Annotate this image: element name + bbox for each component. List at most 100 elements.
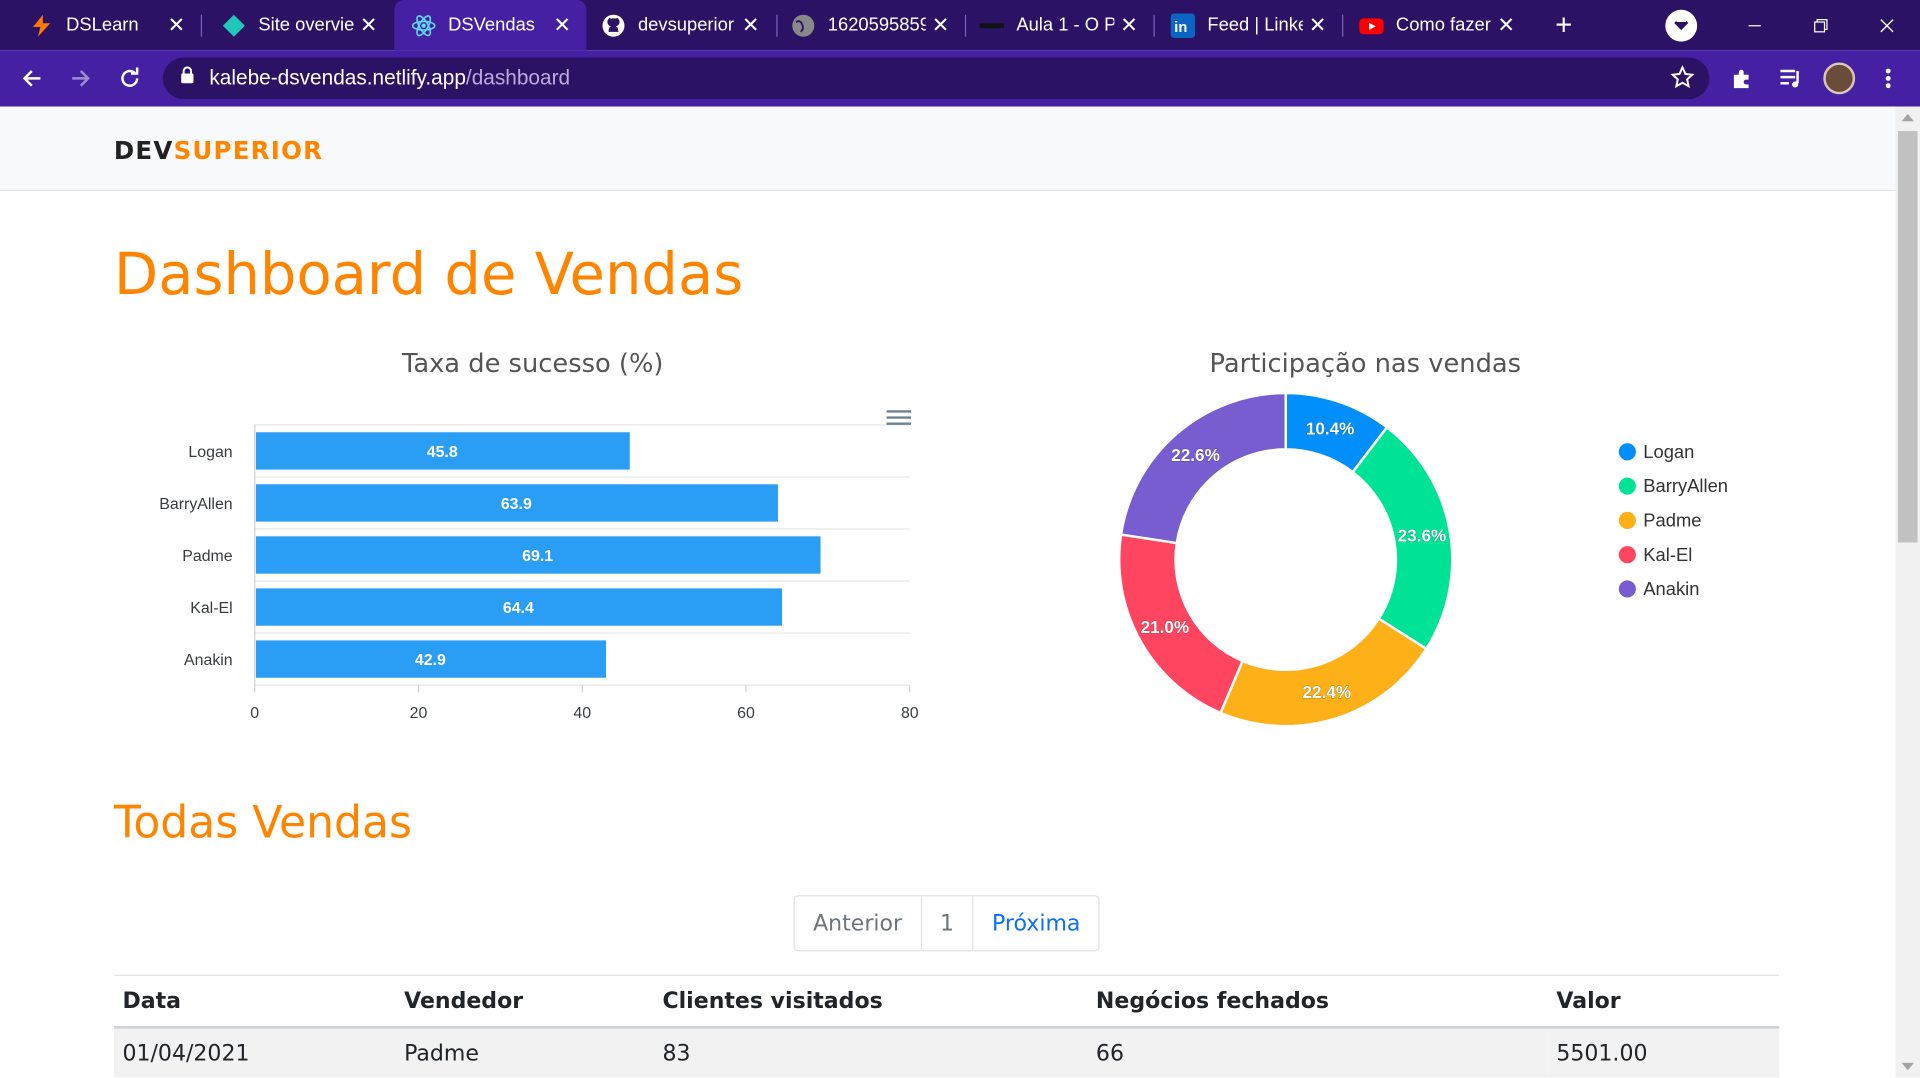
bar-value-label: 42.9 (415, 652, 446, 669)
back-button[interactable] (15, 61, 49, 95)
bar-value-label: 45.8 (427, 444, 458, 461)
tab-1620595859[interactable]: 1620595859 ✕ (776, 0, 965, 50)
slice-value-label: 22.4% (1303, 682, 1352, 702)
dark-icon (979, 13, 1005, 37)
column-header-valor: Valor (1547, 974, 1780, 1028)
donut-slice (1218, 616, 1429, 728)
forward-button[interactable] (64, 61, 98, 95)
legend-item[interactable]: Padme (1618, 503, 1728, 537)
legend-marker (1618, 546, 1636, 564)
site-navbar: DEVSUPERIOR (0, 106, 1896, 192)
close-tab-icon[interactable]: ✕ (736, 10, 765, 39)
close-tab-icon[interactable]: ✕ (1303, 10, 1332, 39)
bar-chart-title: Taxa de sucesso (%) (401, 348, 664, 379)
url-path: /dashboard (465, 66, 571, 90)
slice-value-label: 21.0% (1141, 617, 1190, 637)
lock-icon (180, 66, 195, 90)
more-menu-icon[interactable] (1873, 64, 1902, 93)
cell-data: 01/04/2021 (113, 1026, 396, 1078)
legend-marker (1618, 477, 1636, 495)
donut-chart-title: Participação nas vendas (1209, 348, 1522, 379)
bookmark-star-icon[interactable] (1670, 64, 1695, 96)
scroll-down-arrow-icon[interactable] (1901, 1062, 1914, 1071)
prev-page-button[interactable]: Anterior (795, 896, 922, 951)
reload-icon (121, 67, 139, 87)
chevron-down-icon (1674, 21, 1689, 31)
close-window-button[interactable] (1854, 0, 1920, 50)
slice-value-label: 22.6% (1171, 445, 1220, 465)
cell-valor: 5501.00 (1547, 1026, 1780, 1078)
column-header-vendedor: Vendedor (395, 974, 654, 1028)
legend-item[interactable]: Kal-El (1618, 538, 1728, 572)
x-tick-label: 40 (573, 705, 591, 722)
legend-item[interactable]: Anakin (1618, 572, 1728, 606)
extensions-icon[interactable] (1728, 64, 1757, 93)
arrow-left-icon (22, 70, 41, 87)
netlify-icon (222, 13, 246, 37)
bolt-icon (29, 13, 53, 37)
browser-toolbar: kalebe-dsvendas.netlify.app/dashboard (0, 50, 1920, 107)
close-tab-icon[interactable]: ✕ (547, 10, 576, 39)
profile-avatar[interactable] (1823, 62, 1856, 95)
donut-legend: Logan BarryAllen Padme Kal-El Anakin (1618, 435, 1729, 606)
tab-aula-1[interactable]: Aula 1 - O P ✕ (965, 0, 1154, 50)
donut-slice (1119, 391, 1287, 545)
close-tab-icon[interactable]: ✕ (1491, 10, 1520, 39)
category-label: Logan (188, 444, 232, 461)
tab-title: 1620595859 (827, 14, 926, 36)
reload-button[interactable] (113, 61, 147, 95)
devsuperior-logo[interactable]: DEVSUPERIOR (114, 136, 323, 165)
page-number-button[interactable]: 1 (922, 896, 974, 951)
logo-part-dev: DEV (113, 135, 174, 166)
minimize-button[interactable] (1722, 0, 1788, 50)
legend-label: Logan (1643, 441, 1695, 463)
tab-dsvendas[interactable]: DSVendas ✕ (394, 0, 587, 51)
column-header-negocios: Negócios fechados (1087, 974, 1548, 1028)
url-host: kalebe-dsvendas.netlify.app (209, 66, 466, 90)
cell-clientes: 83 (653, 1026, 1088, 1078)
legend-label: Padme (1643, 510, 1702, 531)
page-viewport: DEVSUPERIOR Dashboard de Vendas Taxa de … (0, 106, 1896, 1078)
tab-title: devsuperior (637, 14, 734, 36)
page-scrollbar[interactable] (1895, 106, 1920, 1078)
scroll-up-arrow-icon[interactable] (1901, 113, 1914, 122)
address-bar[interactable]: kalebe-dsvendas.netlify.app/dashboard (162, 57, 1710, 100)
column-header-clientes: Clientes visitados (653, 974, 1088, 1028)
legend-label: BarryAllen (1643, 475, 1729, 497)
chart-menu-icon[interactable] (886, 408, 912, 428)
category-label: BarryAllen (159, 496, 232, 513)
tab-title: DSLearn (66, 14, 139, 36)
slice-value-label: 23.6% (1398, 526, 1447, 546)
x-tick-label: 60 (737, 705, 755, 722)
tab-site-overview[interactable]: Site overview ✕ (192, 0, 393, 50)
sales-share-donut-chart: 10.4% 23.6% 22.4% 21.0% 22.6% (1096, 391, 1476, 772)
window-controls (1722, 0, 1920, 50)
tab-linkedin[interactable]: in Feed | LinkedIn ✕ (1153, 0, 1342, 50)
legend-item[interactable]: Logan (1618, 435, 1728, 469)
tab-title: Como fazer (1395, 14, 1491, 36)
bar-value-label: 63.9 (501, 496, 532, 513)
logo-part-superior: SUPERIOR (173, 135, 324, 166)
cell-negocios: 66 (1087, 1026, 1548, 1078)
next-page-button[interactable]: Próxima (974, 896, 1099, 950)
tab-search-button[interactable] (1665, 9, 1698, 42)
close-tab-icon[interactable]: ✕ (926, 10, 955, 39)
scrollbar-thumb[interactable] (1897, 131, 1918, 543)
new-tab-button[interactable]: + (1545, 7, 1582, 44)
tab-dslearn[interactable]: DSLearn ✕ (0, 0, 201, 50)
restore-button[interactable] (1788, 0, 1854, 50)
category-label: Padme (182, 548, 233, 565)
pagination: Anterior 1 Próxima (793, 895, 1101, 952)
x-tick-label: 80 (901, 705, 919, 722)
svg-text:in: in (1174, 19, 1187, 35)
restore-icon (1814, 18, 1828, 32)
close-tab-icon[interactable]: ✕ (354, 10, 383, 39)
tab-youtube[interactable]: Como fazer ✕ (1342, 0, 1531, 50)
legend-marker (1618, 443, 1636, 461)
close-tab-icon[interactable]: ✕ (1114, 10, 1143, 39)
legend-item[interactable]: BarryAllen (1618, 469, 1729, 503)
close-tab-icon[interactable]: ✕ (162, 10, 191, 39)
tab-title: DSVendas (448, 14, 535, 36)
media-control-icon[interactable] (1776, 64, 1805, 93)
tab-devsuperior[interactable]: devsuperior ✕ (587, 0, 776, 50)
